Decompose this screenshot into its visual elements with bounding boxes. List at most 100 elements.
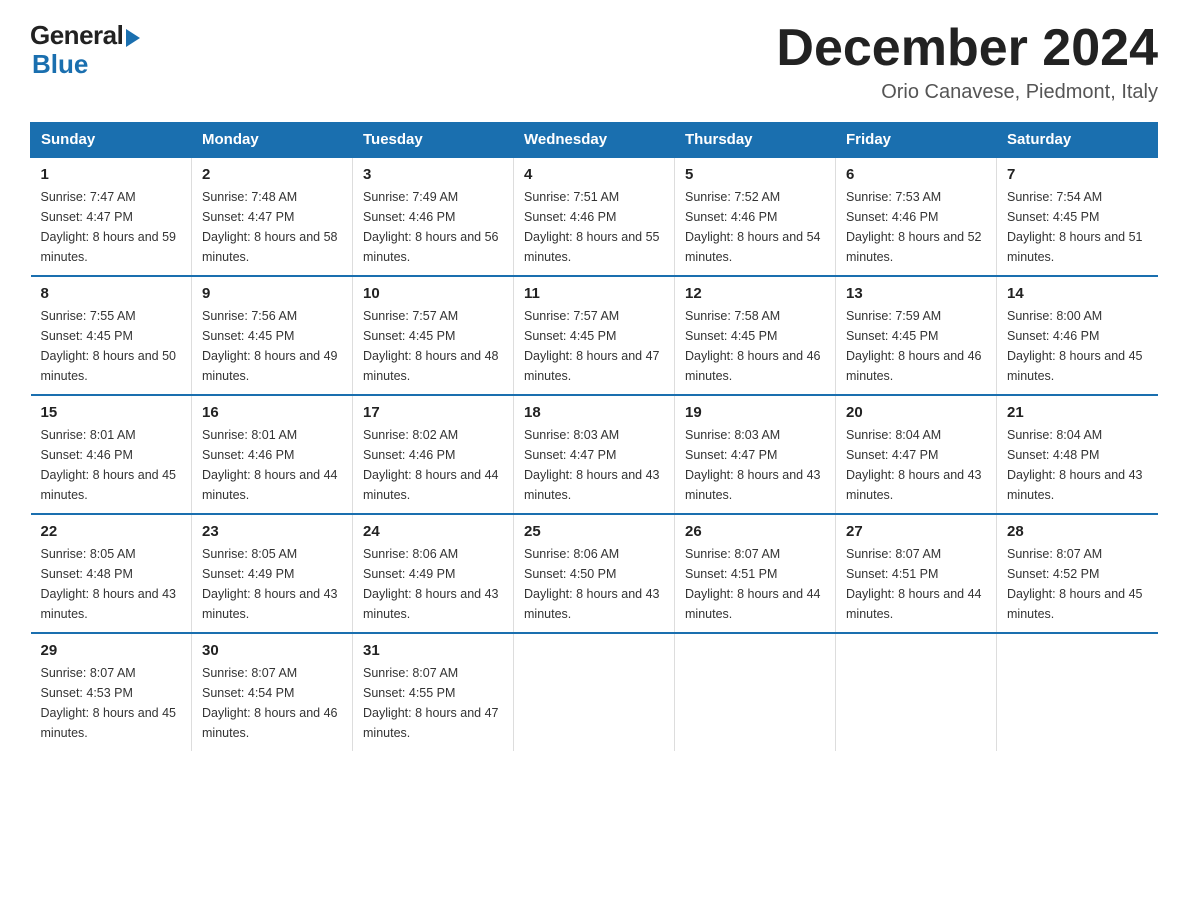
day-info: Sunrise: 8:03 AM Sunset: 4:47 PM Dayligh… bbox=[685, 425, 825, 505]
day-number: 26 bbox=[685, 523, 825, 540]
day-number: 1 bbox=[41, 166, 182, 183]
calendar-cell: 17 Sunrise: 8:02 AM Sunset: 4:46 PM Dayl… bbox=[353, 395, 514, 514]
week-row-2: 8 Sunrise: 7:55 AM Sunset: 4:45 PM Dayli… bbox=[31, 276, 1158, 395]
day-info: Sunrise: 7:57 AM Sunset: 4:45 PM Dayligh… bbox=[524, 306, 664, 386]
location-text: Orio Canavese, Piedmont, Italy bbox=[776, 81, 1158, 104]
calendar-header-row: SundayMondayTuesdayWednesdayThursdayFrid… bbox=[31, 123, 1158, 158]
header-saturday: Saturday bbox=[997, 123, 1158, 158]
day-info: Sunrise: 7:53 AM Sunset: 4:46 PM Dayligh… bbox=[846, 187, 986, 267]
week-row-5: 29 Sunrise: 8:07 AM Sunset: 4:53 PM Dayl… bbox=[31, 633, 1158, 751]
calendar-cell: 11 Sunrise: 7:57 AM Sunset: 4:45 PM Dayl… bbox=[514, 276, 675, 395]
day-info: Sunrise: 7:52 AM Sunset: 4:46 PM Dayligh… bbox=[685, 187, 825, 267]
day-number: 28 bbox=[1007, 523, 1148, 540]
calendar-cell: 24 Sunrise: 8:06 AM Sunset: 4:49 PM Dayl… bbox=[353, 514, 514, 633]
day-number: 27 bbox=[846, 523, 986, 540]
week-row-4: 22 Sunrise: 8:05 AM Sunset: 4:48 PM Dayl… bbox=[31, 514, 1158, 633]
day-number: 19 bbox=[685, 404, 825, 421]
day-number: 12 bbox=[685, 285, 825, 302]
day-info: Sunrise: 8:07 AM Sunset: 4:51 PM Dayligh… bbox=[685, 544, 825, 624]
day-number: 16 bbox=[202, 404, 342, 421]
day-info: Sunrise: 8:02 AM Sunset: 4:46 PM Dayligh… bbox=[363, 425, 503, 505]
week-row-1: 1 Sunrise: 7:47 AM Sunset: 4:47 PM Dayli… bbox=[31, 157, 1158, 276]
calendar-cell: 8 Sunrise: 7:55 AM Sunset: 4:45 PM Dayli… bbox=[31, 276, 192, 395]
calendar-cell: 6 Sunrise: 7:53 AM Sunset: 4:46 PM Dayli… bbox=[836, 157, 997, 276]
day-number: 25 bbox=[524, 523, 664, 540]
day-info: Sunrise: 8:07 AM Sunset: 4:54 PM Dayligh… bbox=[202, 663, 342, 743]
day-info: Sunrise: 7:54 AM Sunset: 4:45 PM Dayligh… bbox=[1007, 187, 1148, 267]
day-number: 8 bbox=[41, 285, 182, 302]
header-monday: Monday bbox=[192, 123, 353, 158]
day-info: Sunrise: 7:47 AM Sunset: 4:47 PM Dayligh… bbox=[41, 187, 182, 267]
header-sunday: Sunday bbox=[31, 123, 192, 158]
day-number: 18 bbox=[524, 404, 664, 421]
calendar-cell: 1 Sunrise: 7:47 AM Sunset: 4:47 PM Dayli… bbox=[31, 157, 192, 276]
calendar-cell: 16 Sunrise: 8:01 AM Sunset: 4:46 PM Dayl… bbox=[192, 395, 353, 514]
calendar-cell: 31 Sunrise: 8:07 AM Sunset: 4:55 PM Dayl… bbox=[353, 633, 514, 751]
title-block: December 2024 Orio Canavese, Piedmont, I… bbox=[776, 20, 1158, 104]
day-info: Sunrise: 8:07 AM Sunset: 4:52 PM Dayligh… bbox=[1007, 544, 1148, 624]
day-number: 6 bbox=[846, 166, 986, 183]
day-info: Sunrise: 8:07 AM Sunset: 4:55 PM Dayligh… bbox=[363, 663, 503, 743]
day-number: 3 bbox=[363, 166, 503, 183]
day-number: 17 bbox=[363, 404, 503, 421]
header-tuesday: Tuesday bbox=[353, 123, 514, 158]
day-number: 9 bbox=[202, 285, 342, 302]
calendar-cell: 13 Sunrise: 7:59 AM Sunset: 4:45 PM Dayl… bbox=[836, 276, 997, 395]
calendar-cell: 7 Sunrise: 7:54 AM Sunset: 4:45 PM Dayli… bbox=[997, 157, 1158, 276]
calendar-cell: 29 Sunrise: 8:07 AM Sunset: 4:53 PM Dayl… bbox=[31, 633, 192, 751]
logo: General Blue bbox=[30, 20, 140, 80]
day-number: 2 bbox=[202, 166, 342, 183]
calendar-cell: 22 Sunrise: 8:05 AM Sunset: 4:48 PM Dayl… bbox=[31, 514, 192, 633]
logo-general-text: General bbox=[30, 20, 123, 51]
day-number: 22 bbox=[41, 523, 182, 540]
calendar-cell: 19 Sunrise: 8:03 AM Sunset: 4:47 PM Dayl… bbox=[675, 395, 836, 514]
calendar-cell: 28 Sunrise: 8:07 AM Sunset: 4:52 PM Dayl… bbox=[997, 514, 1158, 633]
day-info: Sunrise: 8:04 AM Sunset: 4:47 PM Dayligh… bbox=[846, 425, 986, 505]
day-number: 13 bbox=[846, 285, 986, 302]
day-number: 31 bbox=[363, 642, 503, 659]
calendar-cell: 2 Sunrise: 7:48 AM Sunset: 4:47 PM Dayli… bbox=[192, 157, 353, 276]
day-info: Sunrise: 8:05 AM Sunset: 4:49 PM Dayligh… bbox=[202, 544, 342, 624]
day-info: Sunrise: 8:05 AM Sunset: 4:48 PM Dayligh… bbox=[41, 544, 182, 624]
header-friday: Friday bbox=[836, 123, 997, 158]
calendar-cell: 20 Sunrise: 8:04 AM Sunset: 4:47 PM Dayl… bbox=[836, 395, 997, 514]
page-header: General Blue December 2024 Orio Canavese… bbox=[30, 20, 1158, 104]
day-info: Sunrise: 8:06 AM Sunset: 4:49 PM Dayligh… bbox=[363, 544, 503, 624]
day-info: Sunrise: 7:56 AM Sunset: 4:45 PM Dayligh… bbox=[202, 306, 342, 386]
logo-blue-text: Blue bbox=[32, 49, 88, 80]
day-info: Sunrise: 7:59 AM Sunset: 4:45 PM Dayligh… bbox=[846, 306, 986, 386]
calendar-cell: 25 Sunrise: 8:06 AM Sunset: 4:50 PM Dayl… bbox=[514, 514, 675, 633]
calendar-cell: 5 Sunrise: 7:52 AM Sunset: 4:46 PM Dayli… bbox=[675, 157, 836, 276]
header-thursday: Thursday bbox=[675, 123, 836, 158]
calendar-cell: 9 Sunrise: 7:56 AM Sunset: 4:45 PM Dayli… bbox=[192, 276, 353, 395]
calendar-cell: 23 Sunrise: 8:05 AM Sunset: 4:49 PM Dayl… bbox=[192, 514, 353, 633]
day-number: 30 bbox=[202, 642, 342, 659]
calendar-cell: 30 Sunrise: 8:07 AM Sunset: 4:54 PM Dayl… bbox=[192, 633, 353, 751]
day-number: 5 bbox=[685, 166, 825, 183]
calendar-cell: 14 Sunrise: 8:00 AM Sunset: 4:46 PM Dayl… bbox=[997, 276, 1158, 395]
day-info: Sunrise: 8:07 AM Sunset: 4:51 PM Dayligh… bbox=[846, 544, 986, 624]
day-info: Sunrise: 8:01 AM Sunset: 4:46 PM Dayligh… bbox=[202, 425, 342, 505]
logo-arrow-icon bbox=[126, 29, 140, 47]
day-info: Sunrise: 8:00 AM Sunset: 4:46 PM Dayligh… bbox=[1007, 306, 1148, 386]
calendar-cell: 12 Sunrise: 7:58 AM Sunset: 4:45 PM Dayl… bbox=[675, 276, 836, 395]
day-number: 10 bbox=[363, 285, 503, 302]
calendar-cell bbox=[514, 633, 675, 751]
calendar-cell bbox=[836, 633, 997, 751]
calendar-cell: 4 Sunrise: 7:51 AM Sunset: 4:46 PM Dayli… bbox=[514, 157, 675, 276]
day-number: 29 bbox=[41, 642, 182, 659]
day-info: Sunrise: 7:55 AM Sunset: 4:45 PM Dayligh… bbox=[41, 306, 182, 386]
calendar-cell bbox=[997, 633, 1158, 751]
day-info: Sunrise: 8:04 AM Sunset: 4:48 PM Dayligh… bbox=[1007, 425, 1148, 505]
day-info: Sunrise: 8:07 AM Sunset: 4:53 PM Dayligh… bbox=[41, 663, 182, 743]
calendar-cell: 10 Sunrise: 7:57 AM Sunset: 4:45 PM Dayl… bbox=[353, 276, 514, 395]
calendar-cell: 15 Sunrise: 8:01 AM Sunset: 4:46 PM Dayl… bbox=[31, 395, 192, 514]
header-wednesday: Wednesday bbox=[514, 123, 675, 158]
day-info: Sunrise: 8:03 AM Sunset: 4:47 PM Dayligh… bbox=[524, 425, 664, 505]
week-row-3: 15 Sunrise: 8:01 AM Sunset: 4:46 PM Dayl… bbox=[31, 395, 1158, 514]
calendar-cell: 18 Sunrise: 8:03 AM Sunset: 4:47 PM Dayl… bbox=[514, 395, 675, 514]
day-number: 4 bbox=[524, 166, 664, 183]
day-number: 23 bbox=[202, 523, 342, 540]
calendar-cell: 21 Sunrise: 8:04 AM Sunset: 4:48 PM Dayl… bbox=[997, 395, 1158, 514]
day-number: 15 bbox=[41, 404, 182, 421]
